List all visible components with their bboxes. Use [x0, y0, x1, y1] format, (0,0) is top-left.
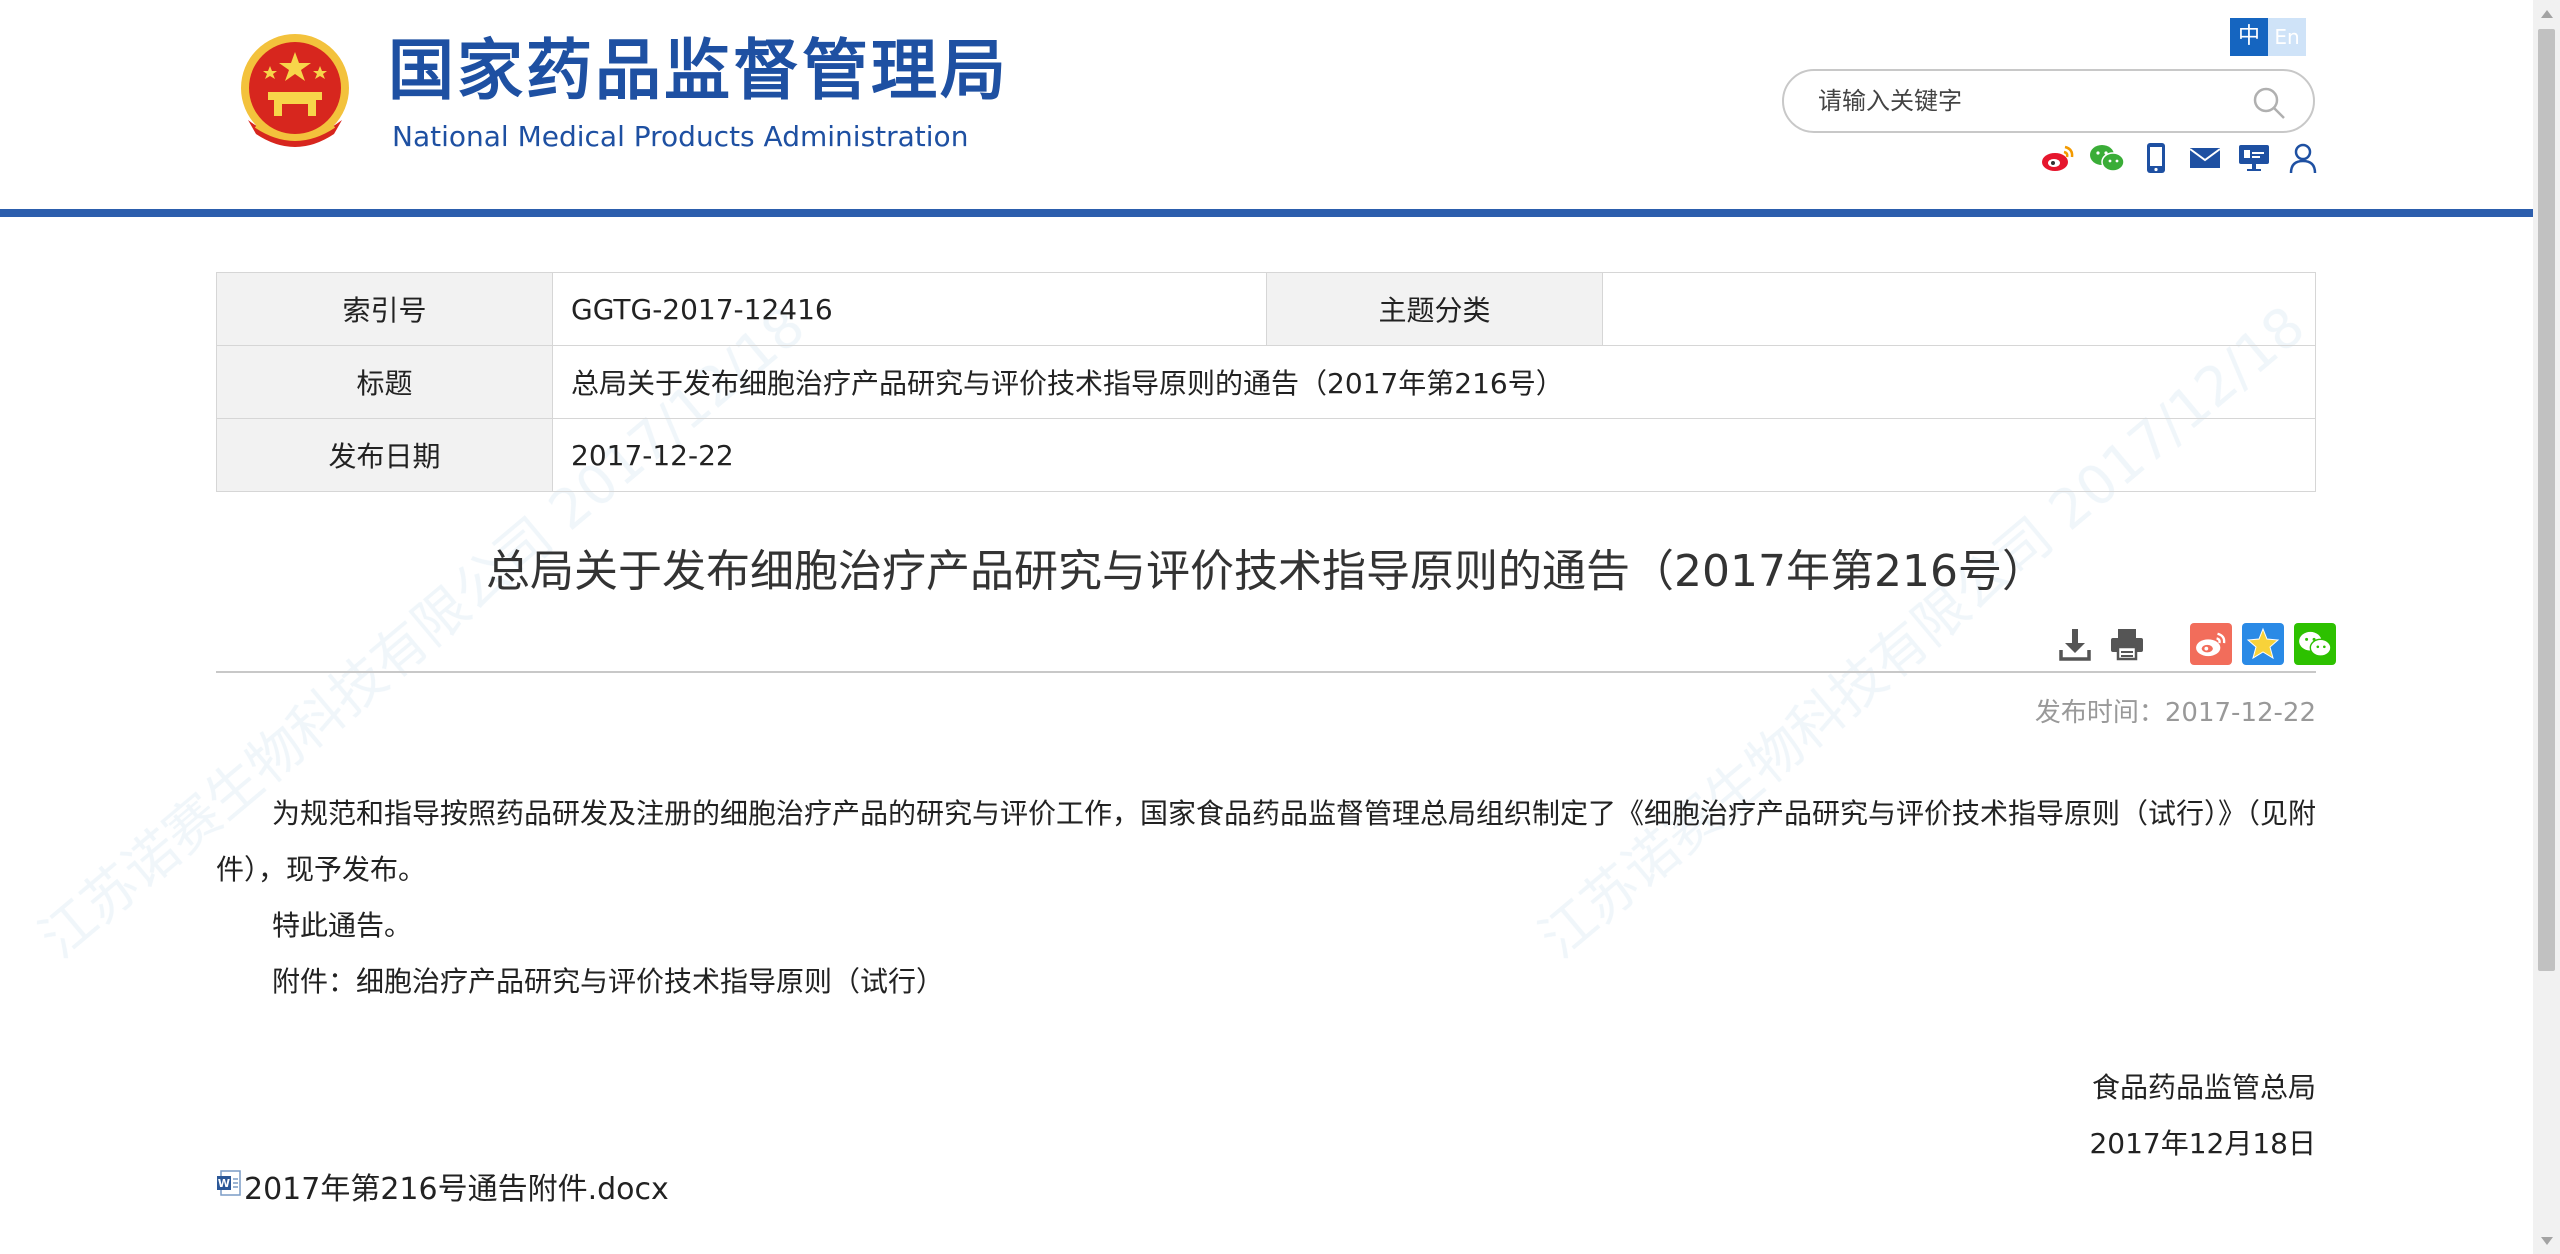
download-icon[interactable] [2054, 623, 2096, 665]
print-icon[interactable] [2106, 623, 2148, 665]
qzone-share-icon[interactable] [2242, 623, 2284, 665]
topic-category-value [1602, 272, 2316, 346]
weibo-share-icon[interactable] [2190, 623, 2232, 665]
publish-date-label: 发布日期 [216, 418, 553, 492]
weibo-icon[interactable] [2040, 140, 2076, 176]
table-row: 标题 总局关于发布细胞治疗产品研究与评价技术指导原则的通告（2017年第216号… [216, 345, 2316, 419]
search-input[interactable] [1818, 79, 2238, 123]
site-name-chinese[interactable]: 国家药品监督管理局 [388, 38, 1009, 104]
article-body: 为规范和指导按照药品研发及注册的细胞治疗产品的研究与评价工作，国家食品药品监督管… [216, 786, 2316, 1010]
body-paragraph: 附件：细胞治疗产品研究与评价技术指导原则（试行） [272, 965, 945, 998]
body-paragraph: 为规范和指导按照药品研发及注册的细胞治疗产品的研究与评价工作，国家食品药品监督管… [216, 797, 2317, 886]
table-row: 发布日期 2017-12-22 [216, 418, 2316, 492]
body-paragraph: 特此通告。 [272, 909, 413, 942]
mobile-icon[interactable] [2138, 140, 2174, 176]
document-info-table: 索引号 GGTG-2017-12416 主题分类 标题 总局关于发布细胞治疗产品… [216, 272, 2316, 492]
search-box [1782, 69, 2315, 133]
attachment-link[interactable]: W 2017年第216号通告附件.docx [216, 1164, 669, 1208]
wechat-icon[interactable] [2089, 140, 2125, 176]
title-label: 标题 [216, 345, 553, 419]
publish-date-value: 2017-12-22 [552, 418, 2316, 492]
attachment-filename[interactable]: 2017年第216号通告附件.docx [244, 1164, 669, 1208]
svg-text:W: W [218, 1177, 230, 1190]
publish-time: 发布时间：2017-12-22 [2034, 698, 2316, 728]
topic-category-label: 主题分类 [1266, 272, 1603, 346]
mail-icon[interactable] [2187, 140, 2223, 176]
index-number-value: GGTG-2017-12416 [552, 272, 1267, 346]
language-english-button[interactable]: En [2268, 18, 2306, 56]
scroll-up-arrow-icon[interactable] [2533, 0, 2560, 27]
table-row: 索引号 GGTG-2017-12416 主题分类 [216, 272, 2316, 346]
vertical-scrollbar[interactable] [2533, 0, 2560, 1254]
header-divider [0, 209, 2533, 217]
article-title: 总局关于发布细胞治疗产品研究与评价技术指导原则的通告（2017年第216号） [486, 546, 2046, 597]
search-icon[interactable] [2251, 85, 2287, 121]
scroll-down-arrow-icon[interactable] [2533, 1227, 2560, 1254]
signature-organization: 食品药品监管总局 [2091, 1071, 2316, 1104]
national-emblem-logo[interactable] [234, 30, 356, 156]
user-icon[interactable] [2285, 140, 2321, 176]
header-social-links [2040, 140, 2321, 176]
index-number-label: 索引号 [216, 272, 553, 346]
scrollbar-thumb[interactable] [2538, 29, 2555, 971]
site-header: 国家药品监督管理局 National Medical Products Admi… [0, 0, 2533, 210]
article-divider [216, 671, 2316, 673]
language-switch: 中 En [2230, 18, 2306, 56]
screen-icon[interactable] [2236, 140, 2272, 176]
article-toolbar [2054, 623, 2336, 665]
language-chinese-button[interactable]: 中 [2230, 18, 2268, 56]
site-name-english[interactable]: National Medical Products Administration [392, 123, 968, 151]
word-document-icon: W [216, 1169, 242, 1196]
title-value: 总局关于发布细胞治疗产品研究与评价技术指导原则的通告（2017年第216号） [552, 345, 2316, 419]
signature-date: 2017年12月18日 [2089, 1127, 2316, 1160]
wechat-share-icon[interactable] [2294, 623, 2336, 665]
article-signature: 食品药品监管总局 2017年12月18日 [2089, 1060, 2316, 1172]
